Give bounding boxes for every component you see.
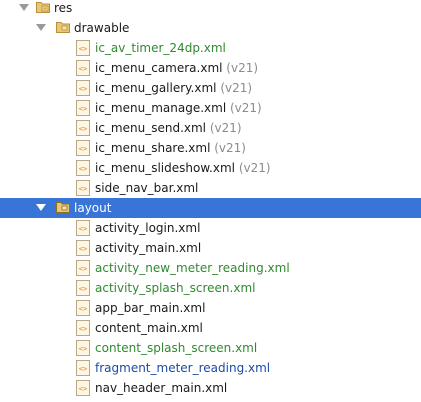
expand-arrow-icon[interactable] [19,4,29,11]
xml-file-icon: <> [76,80,90,96]
xml-file-icon: <> [76,60,90,76]
xml-file-icon: <> [76,120,90,136]
svg-text:<>: <> [79,325,87,333]
tree-file-row[interactable]: <> ic_menu_send.xml (v21) [0,118,421,138]
xml-file-icon: <> [76,340,90,356]
file-name: ic_menu_slideshow.xml (v21) [95,158,271,178]
tree-file-row[interactable]: <> ic_menu_gallery.xml (v21) [0,78,421,98]
svg-text:<>: <> [79,365,87,373]
tree-file-row[interactable]: <> nav_header_main.xml [0,378,421,398]
file-name: activity_splash_screen.xml [95,281,256,295]
xml-file-icon: <> [76,140,90,156]
xml-file-icon: <> [76,360,90,376]
tree-file-row[interactable]: <> content_splash_screen.xml [0,338,421,358]
svg-text:<>: <> [79,65,87,73]
svg-text:<>: <> [79,345,87,353]
file-name: content_main.xml [95,321,203,335]
version-suffix: (v21) [210,141,246,155]
xml-file-icon: <> [76,160,90,176]
tree-node-drawable[interactable]: drawable [0,18,421,38]
res-folder-icon [36,2,50,13]
file-name: fragment_meter_reading.xml [95,361,271,375]
file-name: ic_menu_send.xml (v21) [95,118,242,138]
expand-arrow-icon[interactable] [36,24,46,31]
file-name: ic_av_timer_24dp.xml [95,41,226,55]
tree-node-res[interactable]: res [0,0,421,18]
svg-text:<>: <> [79,45,87,53]
tree-file-row[interactable]: <> activity_splash_screen.xml [0,278,421,298]
version-suffix: (v21) [226,101,262,115]
file-name: content_splash_screen.xml [95,341,258,355]
svg-text:<>: <> [79,225,87,233]
xml-file-icon: <> [76,380,90,396]
project-tree: res drawable <> ic_av_timer_24dp.xml <> … [0,0,421,402]
xml-file-icon: <> [76,220,90,236]
file-name: activity_new_meter_reading.xml [95,261,290,275]
svg-text:<>: <> [79,305,87,313]
file-name: side_nav_bar.xml [95,181,199,195]
file-name: activity_main.xml [95,241,202,255]
svg-text:<>: <> [79,145,87,153]
tree-file-row[interactable]: <> ic_menu_manage.xml (v21) [0,98,421,118]
tree-file-row[interactable]: <> ic_menu_slideshow.xml (v21) [0,158,421,178]
xml-file-icon: <> [76,300,90,316]
folder-icon [56,22,70,33]
file-name-text: ic_menu_send.xml [95,121,207,135]
tree-file-row[interactable]: <> activity_login.xml [0,218,421,238]
version-suffix: (v21) [216,81,253,95]
tree-file-row[interactable]: <> side_nav_bar.xml [0,178,421,198]
tree-file-row[interactable]: <> ic_av_timer_24dp.xml [0,38,421,58]
version-suffix: (v21) [222,61,259,75]
xml-file-icon: <> [76,280,90,296]
expand-arrow-icon[interactable] [36,204,46,211]
tree-file-row[interactable]: <> activity_new_meter_reading.xml [0,258,421,278]
xml-file-icon: <> [76,100,90,116]
version-suffix: (v21) [206,121,242,135]
file-name: ic_menu_share.xml (v21) [95,138,246,158]
tree-file-row[interactable]: <> app_bar_main.xml [0,298,421,318]
xml-file-icon: <> [76,260,90,276]
xml-file-icon: <> [76,40,90,56]
svg-text:<>: <> [79,105,87,113]
svg-text:<>: <> [79,265,87,273]
file-name-text: ic_menu_manage.xml [95,101,227,115]
tree-file-row[interactable]: <> ic_menu_camera.xml (v21) [0,58,421,78]
svg-text:<>: <> [79,125,87,133]
file-name: app_bar_main.xml [95,301,206,315]
xml-file-icon: <> [76,240,90,256]
svg-text:<>: <> [79,165,87,173]
file-name-text: ic_menu_gallery.xml [95,81,217,95]
layout-folder-label: layout [74,201,112,215]
res-label: res [54,1,73,15]
file-name: ic_menu_gallery.xml (v21) [95,78,252,98]
tree-file-row[interactable]: <> ic_menu_share.xml (v21) [0,138,421,158]
tree-file-row[interactable]: <> activity_main.xml [0,238,421,258]
svg-text:<>: <> [79,285,87,293]
svg-text:<>: <> [79,185,87,193]
xml-file-icon: <> [76,320,90,336]
drawable-folder-label: drawable [74,21,130,35]
file-name: nav_header_main.xml [95,381,228,395]
tree-node-layout[interactable]: layout [0,198,421,218]
folder-icon [56,202,70,213]
file-name: ic_menu_camera.xml (v21) [95,58,258,78]
xml-file-icon: <> [76,180,90,196]
file-name-text: ic_menu_camera.xml [95,61,223,75]
version-suffix: (v21) [235,161,271,175]
svg-text:<>: <> [79,245,87,253]
tree-file-row[interactable]: <> content_main.xml [0,318,421,338]
file-name-text: ic_menu_slideshow.xml [95,161,235,175]
tree-file-row[interactable]: <> fragment_meter_reading.xml [0,358,421,378]
file-name: activity_login.xml [95,221,201,235]
svg-text:<>: <> [79,85,87,93]
svg-text:<>: <> [79,385,87,393]
file-name-text: ic_menu_share.xml [95,141,211,155]
file-name: ic_menu_manage.xml (v21) [95,98,262,118]
